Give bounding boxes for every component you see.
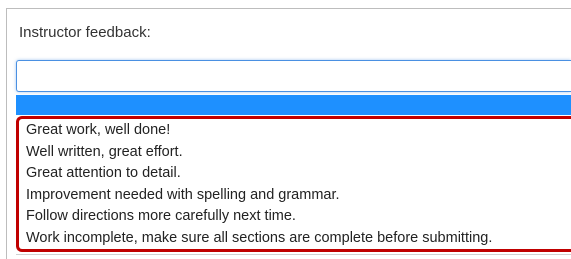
divider: [16, 254, 571, 255]
feedback-options-list: Great work, well done! Well written, gre…: [16, 116, 571, 252]
feedback-option[interactable]: Great work, well done!: [26, 120, 571, 142]
instructor-feedback-label: Instructor feedback:: [19, 24, 151, 41]
feedback-option[interactable]: Well written, great effort.: [26, 142, 571, 164]
feedback-option[interactable]: Follow directions more carefully next ti…: [26, 206, 571, 228]
feedback-select[interactable]: [16, 60, 571, 92]
feedback-option[interactable]: Great attention to detail.: [26, 163, 571, 185]
feedback-option[interactable]: Work incomplete, make sure all sections …: [26, 228, 571, 250]
highlighted-empty-option[interactable]: [16, 95, 571, 115]
feedback-option[interactable]: Improvement needed with spelling and gra…: [26, 185, 571, 207]
